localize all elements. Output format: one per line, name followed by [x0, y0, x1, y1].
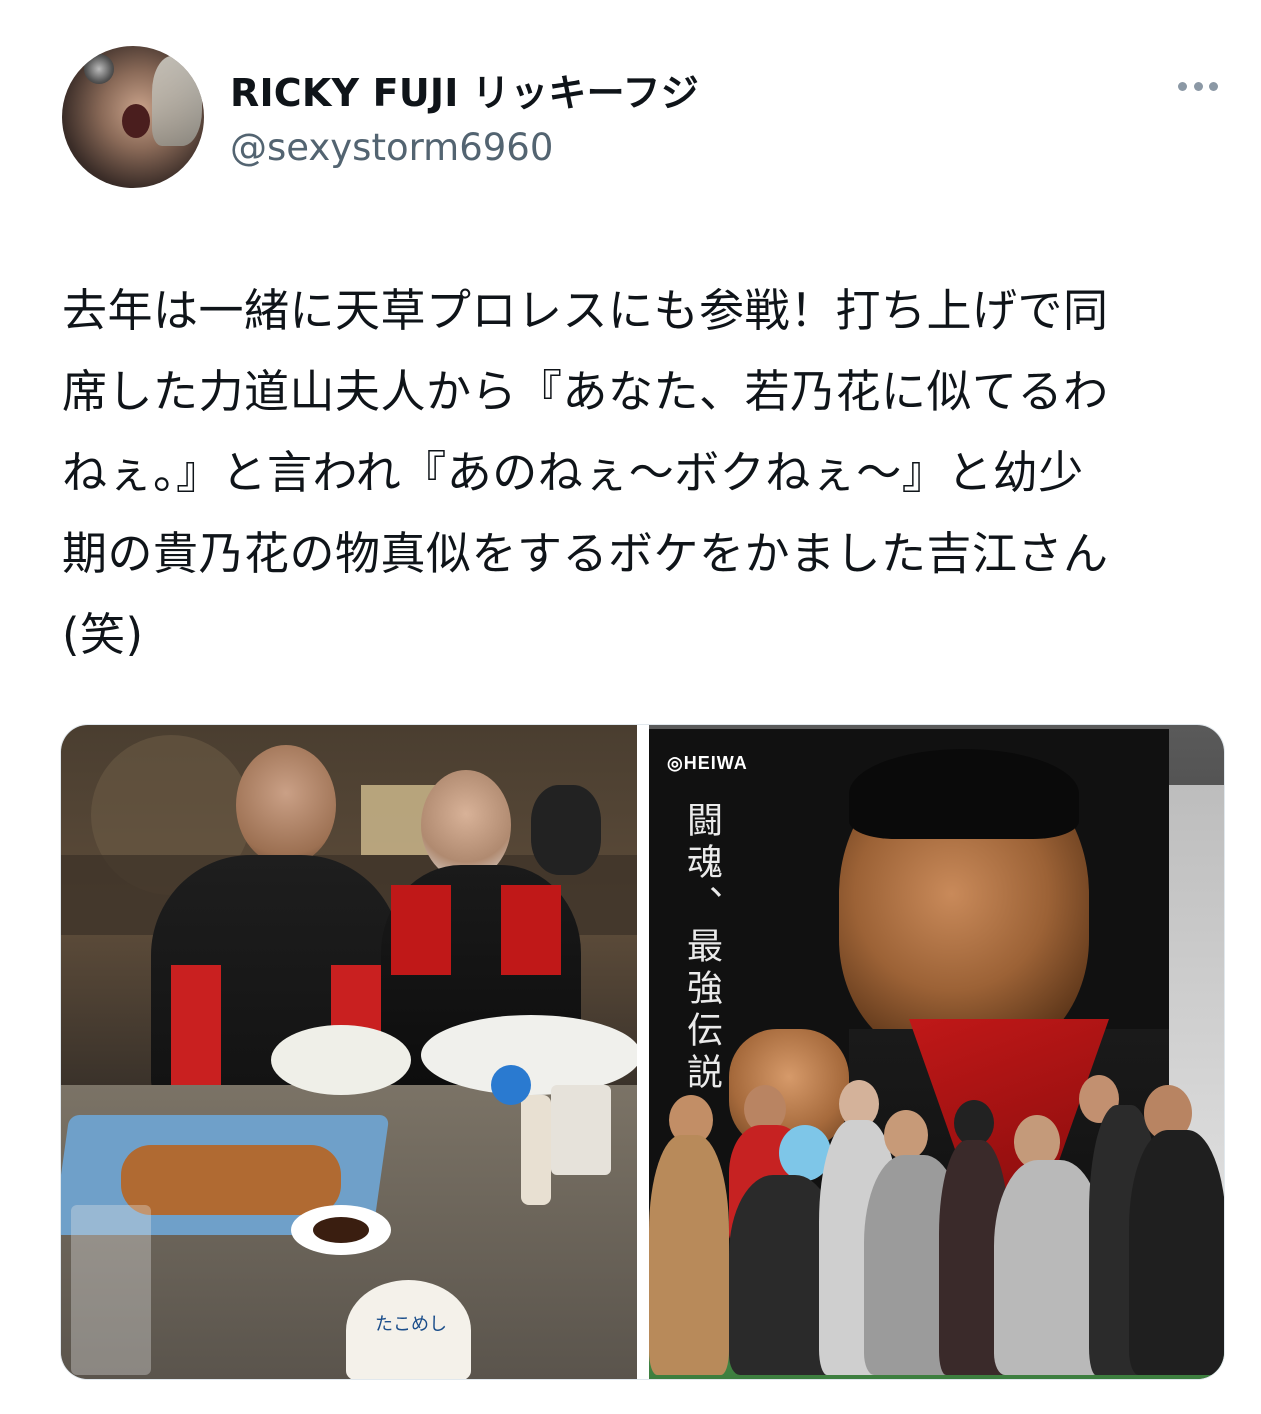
person-head: [884, 1110, 928, 1160]
bottle: [521, 1095, 551, 1205]
tweet-text-line: 席した力道山夫人から『あなた、若乃花に似てるわ: [62, 365, 1109, 418]
author-name[interactable]: RICKY FUJI リッキーフジ: [230, 62, 699, 117]
brand-text: HEIWA: [683, 753, 748, 773]
pot: [531, 785, 601, 875]
sauce: [313, 1217, 369, 1243]
jacket-red-panel: [501, 885, 561, 975]
person: [649, 1135, 729, 1375]
dot: [1209, 81, 1218, 91]
media-photo-group[interactable]: ◎HEIWA 闘魂、最強伝説: [649, 725, 1224, 1379]
jacket-red-panel: [171, 965, 221, 1085]
tweet-text-line: 去年は一緒に天草プロレスにも参戦！打ち上げで同: [62, 284, 1109, 337]
person-head: [236, 745, 336, 865]
person: [994, 1160, 1104, 1375]
author-handle[interactable]: @sexystorm6960: [230, 126, 553, 169]
avatar[interactable]: [62, 46, 204, 188]
dot: [1178, 81, 1187, 91]
tweet-text-line: 期の貴乃花の物真似をするボケをかました吉江さん: [62, 527, 1109, 580]
person-head: [421, 770, 511, 880]
takomeshi-label: たこめし: [375, 1314, 447, 1335]
dot: [1193, 81, 1203, 91]
brand-logo: ◎HEIWA: [667, 753, 748, 773]
bottle-cap: [491, 1065, 531, 1105]
person: [1129, 1130, 1224, 1375]
microphone-icon: [84, 54, 114, 84]
avatar-hair: [152, 56, 202, 146]
jacket-red-panel: [391, 885, 451, 975]
dish-food: [121, 1145, 341, 1215]
banner-hair: [849, 749, 1079, 839]
tweet-header: RICKY FUJI リッキーフジ @sexystorm6960: [62, 46, 1222, 188]
tweet-text: 去年は一緒に天草プロレスにも参戦！打ち上げで同 席した力道山夫人から『あなた、若…: [62, 270, 1227, 675]
media-photo-restaurant[interactable]: たこめし: [61, 725, 637, 1379]
tweet-media-grid: たこめし ◎HEIWA 闘魂、最強伝説: [60, 724, 1225, 1380]
tweet-text-line: (笑): [62, 608, 144, 661]
more-horizontal-icon[interactable]: [1178, 80, 1218, 92]
condiment: [551, 1085, 611, 1175]
tweet-text-line: ねぇ。』と言われ『あのねぇ〜ボクねぇ〜』と幼少: [62, 446, 1084, 499]
glass: [71, 1205, 151, 1375]
avatar-mouth: [122, 104, 150, 138]
bowl: [271, 1025, 411, 1095]
